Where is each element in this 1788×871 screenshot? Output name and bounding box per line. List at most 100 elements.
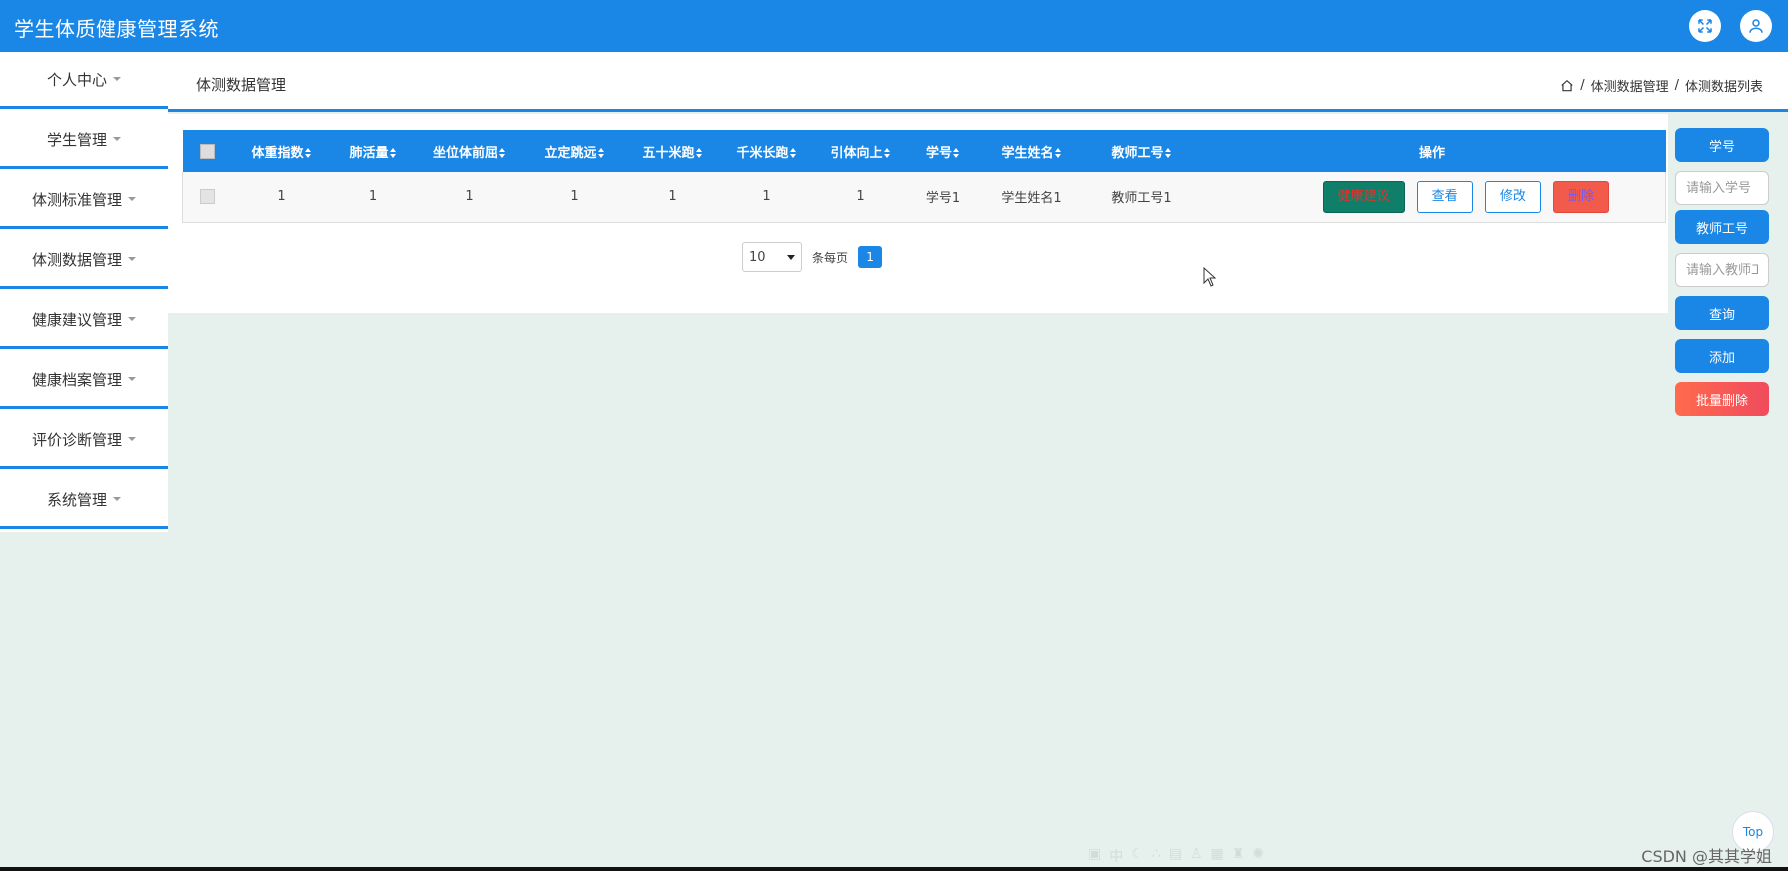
column-header[interactable]: 教师工号 [1084,130,1199,172]
health-advice-button[interactable]: 健康建议 [1322,180,1405,213]
column-header[interactable]: 立定跳远 [523,130,626,172]
delete-button[interactable]: 删除 [1552,180,1609,213]
watermark: CSDN @其其学姐 [1641,847,1772,866]
sidebar-item-label: 系统管理 [46,490,107,509]
add-button[interactable]: 添加 [1675,339,1769,373]
student-no-label-button[interactable]: 学号 [1675,128,1769,162]
breadcrumb-separator: / [1580,78,1585,93]
page-number-current[interactable]: 1 [858,246,883,268]
column-header-label: 肺活量 [349,145,389,161]
column-header-label: 学号 [925,145,952,161]
page-size-value: 10 [749,249,766,265]
user-button[interactable] [1740,10,1772,42]
sidebar-item-label: 体测数据管理 [31,250,122,269]
search-button[interactable]: 查询 [1675,296,1769,330]
caret-down-icon [128,437,136,441]
table-cell: 1 [330,172,416,223]
view-button[interactable]: 查看 [1416,180,1473,213]
teacher-no-input[interactable] [1675,253,1769,287]
table-cell: 1 [415,172,524,223]
caret-down-icon [128,317,136,321]
table-cell: 教师工号1 [1084,172,1199,223]
fullscreen-button[interactable] [1689,10,1721,42]
breadcrumb: / 体测数据管理 / 体测数据列表 [1560,76,1763,95]
column-header[interactable]: 千米长跑 [719,130,814,172]
screen-bottom-edge [0,867,1788,871]
column-header-label: 学生姓名 [1001,145,1054,161]
column-header[interactable]: 坐位体前屈 [415,130,524,172]
sidebar-item-evaluation-management[interactable]: 评价诊断管理 [0,412,168,469]
caret-down-icon [113,137,121,141]
sidebar-item-label: 健康建议管理 [31,310,122,329]
action-cell: 健康建议 查看 修改 删除 [1198,172,1666,223]
edit-button[interactable]: 修改 [1484,180,1541,213]
chevron-down-icon [787,254,795,260]
column-header-label: 教师工号 [1111,145,1164,161]
sidebar-item-test-standard-management[interactable]: 体测标准管理 [0,172,168,229]
fullscreen-icon [1698,19,1712,33]
shirt-icon: ♜ [1231,846,1245,862]
table-cell: 学生姓名1 [978,172,1085,223]
caret-down-icon [128,257,136,261]
column-header[interactable]: 学生姓名 [978,130,1085,172]
grid-icon: ▦ [1210,846,1224,862]
user-icon [1749,19,1763,33]
content-panel: 体重指数 肺活量 坐位体前屈 立定跳远 五十米跑 千米长跑 引体向上 学号 学生… [168,114,1668,313]
sort-icon [1164,148,1172,158]
table-cell: 1 [719,172,814,223]
column-header[interactable]: 体重指数 [232,130,331,172]
row-checkbox[interactable] [200,189,216,205]
gear-icon: ✺ [1252,846,1265,862]
sort-icon [597,148,605,158]
teacher-no-label-button[interactable]: 教师工号 [1675,210,1769,244]
table-row: 1 1 1 1 1 1 1 学号1 学生姓名1 教师工号1 健康建议 查看 修改… [182,172,1666,223]
batch-delete-button[interactable]: 批量删除 [1675,382,1769,416]
top-bar: 学生体质健康管理系统 [0,0,1788,52]
sidebar-item-label: 个人中心 [46,70,107,89]
keyboard-icon: ▤ [1168,846,1182,862]
column-header-label: 千米长跑 [736,145,789,161]
home-icon[interactable] [1560,79,1574,93]
column-header-label: 体重指数 [251,145,304,161]
column-header[interactable]: 五十米跑 [625,130,720,172]
column-header[interactable]: 引体向上 [813,130,908,172]
breadcrumb-item[interactable]: 体测数据管理 [1591,76,1669,95]
sidebar-item-label: 评价诊断管理 [31,430,122,449]
person-icon: ♙ [1189,846,1203,862]
pagination: 10 条每页 1 [742,242,883,272]
table-header-row: 体重指数 肺活量 坐位体前屈 立定跳远 五十米跑 千米长跑 引体向上 学号 学生… [182,130,1666,172]
column-header[interactable]: 学号 [907,130,979,172]
moon-icon: ☾ [1131,846,1144,862]
sidebar-item-system-management[interactable]: 系统管理 [0,472,168,529]
select-all-checkbox[interactable] [200,143,215,159]
sidebar-item-health-advice-management[interactable]: 健康建议管理 [0,292,168,349]
ime-toolbar: ▣ 中 ☾ ∴ ▤ ♙ ▦ ♜ ✺ [1088,846,1264,866]
dots-icon: ∴ [1151,846,1161,862]
sidebar-item-health-record-management[interactable]: 健康档案管理 [0,352,168,409]
column-header-label: 引体向上 [830,145,883,161]
row-select-cell [182,172,233,223]
sidebar-item-student-management[interactable]: 学生管理 [0,112,168,169]
sidebar-item-test-data-management[interactable]: 体测数据管理 [0,232,168,289]
caret-down-icon [113,497,121,501]
sort-icon [499,148,506,158]
page-title: 体测数据管理 [196,76,287,94]
table-cell: 1 [232,172,331,223]
column-header[interactable]: 肺活量 [330,130,416,172]
sidebar-item-personal-center[interactable]: 个人中心 [0,52,168,109]
student-no-input[interactable] [1675,171,1769,205]
table-cell: 1 [523,172,626,223]
sort-icon [304,148,312,158]
app-title: 学生体质健康管理系统 [14,17,219,41]
page-size-select[interactable]: 10 [742,242,802,272]
ime-mode-label: 中 [1109,849,1124,865]
ime-logo-icon: ▣ [1088,846,1102,862]
column-header-label: 坐位体前屈 [432,145,498,161]
sort-icon [789,148,797,158]
sidebar-item-label: 体测标准管理 [31,190,122,209]
sidebar-item-label: 健康档案管理 [31,370,122,389]
sort-icon [953,148,960,158]
column-header-label: 立定跳远 [544,145,597,161]
table-cell: 1 [813,172,908,223]
breadcrumb-item-current: 体测数据列表 [1684,80,1763,95]
